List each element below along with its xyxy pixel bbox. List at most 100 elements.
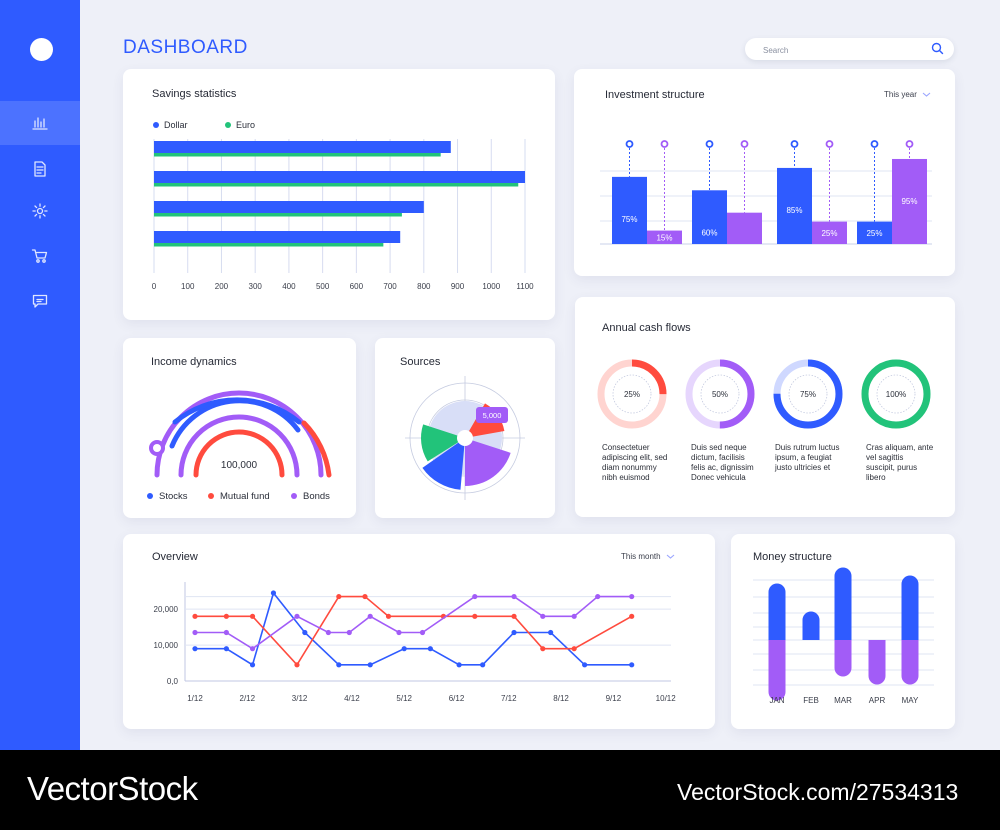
sources-tooltip-value: 5,000 bbox=[483, 411, 502, 420]
overview-point-red bbox=[385, 613, 392, 619]
overview-point-red bbox=[336, 593, 342, 600]
investment-pin bbox=[625, 140, 634, 148]
overview-x-tick: 5/12 bbox=[396, 694, 412, 703]
savings-bar-dollar bbox=[154, 231, 401, 243]
sidebar-item-analytics[interactable] bbox=[0, 101, 80, 145]
overview-point-purple bbox=[472, 593, 478, 600]
overview-y-tick: 0,0 bbox=[167, 677, 179, 686]
money-chart: JAN FEB MAR APR MAY bbox=[753, 567, 934, 705]
investment-bar-label: 75% bbox=[621, 215, 637, 224]
sidebar-item-settings[interactable] bbox=[0, 189, 80, 233]
overview-point-purple bbox=[540, 613, 546, 619]
savings-chart: Dollar Euro 0 100 200 300 400 500 600 700 800 900… bbox=[152, 120, 534, 291]
legend-mutual-fund-dot bbox=[208, 493, 214, 499]
savings-x-tick: 1000 bbox=[482, 282, 500, 291]
page-title: DASHBOARD bbox=[123, 37, 248, 58]
search-bar[interactable] bbox=[745, 38, 954, 60]
money-bar-positive bbox=[768, 583, 786, 640]
overview-y-tick: 10,000 bbox=[154, 641, 179, 650]
money-bar-positive bbox=[802, 611, 820, 640]
overview-point-blue bbox=[511, 629, 517, 636]
investment-bar-label: 25% bbox=[866, 229, 882, 238]
overview-point-blue bbox=[401, 646, 407, 652]
search-icon[interactable] bbox=[931, 42, 944, 55]
overview-point-purple bbox=[325, 629, 331, 636]
cashflow-ring-label: 25% bbox=[624, 390, 640, 399]
savings-bar-dollar bbox=[154, 171, 525, 183]
investment-pin bbox=[870, 140, 879, 148]
overview-point-purple bbox=[571, 613, 577, 619]
investment-pin bbox=[705, 140, 714, 148]
overview-card: Overview This month 0,0 10,000 20,000 1/12 2… bbox=[123, 534, 715, 729]
overview-point-blue bbox=[548, 629, 554, 636]
savings-bar-euro bbox=[154, 213, 402, 217]
search-input[interactable] bbox=[761, 40, 925, 60]
money-bar-negative bbox=[768, 640, 786, 701]
cashflow-ring-label: 50% bbox=[712, 390, 728, 399]
overview-point-purple bbox=[192, 629, 198, 636]
overview-point-purple bbox=[249, 646, 256, 652]
savings-bar-euro bbox=[154, 153, 441, 157]
overview-line-red bbox=[195, 595, 633, 667]
overview-point-blue bbox=[480, 662, 486, 668]
legend-mutual-fund-label: Mutual fund bbox=[220, 491, 270, 502]
investment-pin bbox=[740, 140, 749, 148]
legend-bonds-label: Bonds bbox=[303, 491, 330, 502]
money-x-label: MAR bbox=[834, 696, 852, 705]
cashflow-desc-2: Duis sed neque dictum, facilisis felis ac,… bbox=[691, 443, 754, 482]
savings-x-tick: 200 bbox=[215, 282, 229, 291]
overview-x-tick: 10/12 bbox=[656, 694, 677, 703]
savings-x-tick: 500 bbox=[316, 282, 330, 291]
income-dynamics-card: Income dynamics 100,000 Stocks Mutual fu… bbox=[123, 338, 356, 518]
watermark-logo: VectorStock bbox=[27, 770, 198, 807]
sidebar-item-cart[interactable] bbox=[0, 234, 80, 278]
money-x-label: APR bbox=[869, 696, 886, 705]
money-bar-negative bbox=[868, 640, 886, 685]
legend-stocks-dot bbox=[147, 493, 153, 499]
avatar[interactable] bbox=[30, 38, 53, 61]
money-x-label: JAN bbox=[769, 696, 784, 705]
cart-icon bbox=[31, 249, 48, 263]
overview-point-blue bbox=[249, 662, 256, 668]
investment-bar bbox=[612, 176, 647, 244]
overview-point-purple bbox=[346, 629, 352, 636]
savings-bar-euro bbox=[154, 243, 384, 247]
savings-x-tick: 300 bbox=[249, 282, 263, 291]
overview-x-tick: 8/12 bbox=[553, 694, 569, 703]
money-bar-negative bbox=[901, 640, 919, 685]
investment-pin bbox=[905, 140, 914, 148]
investment-bar-label: 60% bbox=[701, 228, 717, 237]
watermark-id: VectorStock.com/27534313 bbox=[677, 779, 959, 805]
investment-bar-label: 15% bbox=[656, 233, 672, 242]
legend-bonds-dot bbox=[291, 493, 297, 499]
legend-euro-dot bbox=[225, 122, 231, 128]
chat-icon bbox=[32, 294, 48, 308]
overview-point-purple bbox=[223, 629, 229, 636]
overview-x-tick: 2/12 bbox=[240, 694, 256, 703]
cashflow-ring-label: 100% bbox=[886, 390, 906, 399]
overview-point-blue bbox=[336, 662, 342, 668]
savings-x-tick: 800 bbox=[417, 282, 431, 291]
overview-point-red bbox=[571, 646, 577, 652]
money-bar-negative bbox=[834, 640, 852, 677]
sidebar-item-messages[interactable] bbox=[0, 279, 80, 323]
gear-icon bbox=[32, 203, 48, 219]
overview-point-red bbox=[223, 613, 229, 619]
overview-point-purple bbox=[629, 593, 635, 600]
cashflow-desc-4: Cras aliquam, ante vel sagittis suscipit, … bbox=[866, 443, 934, 482]
overview-point-red bbox=[249, 613, 256, 619]
cashflow-ring-label: 75% bbox=[800, 390, 816, 399]
overview-x-tick: 6/12 bbox=[449, 694, 465, 703]
sidebar-item-documents[interactable] bbox=[0, 147, 80, 191]
cashflow-desc-1: Consectetuer adipiscing elit, sed diam non… bbox=[602, 443, 668, 482]
income-value: 100,000 bbox=[221, 460, 258, 471]
overview-y-tick: 20,000 bbox=[154, 605, 179, 614]
overview-point-red bbox=[472, 613, 478, 619]
savings-x-tick: 700 bbox=[383, 282, 397, 291]
overview-chart: 0,0 10,000 20,000 1/12 2/12 3/12 4/12 5/12 6/12 7… bbox=[154, 582, 677, 703]
legend-dollar-dot bbox=[153, 122, 159, 128]
investment-chart: 75% 15% 60% 35% 85% 25% 25% 95% bbox=[600, 140, 932, 260]
document-icon bbox=[34, 161, 46, 177]
money-structure-card: Money structure JAN FEB MAR APR MAY bbox=[731, 534, 955, 729]
savings-x-tick: 400 bbox=[282, 282, 296, 291]
